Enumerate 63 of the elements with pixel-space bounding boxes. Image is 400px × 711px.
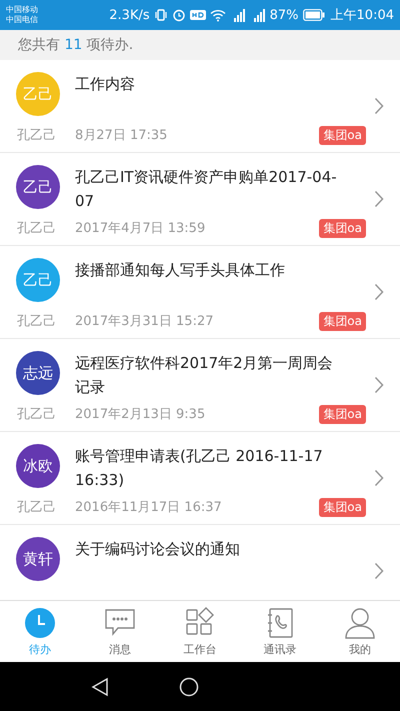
task-date: 8月27日 17:35	[75, 127, 168, 144]
task-date: 2017年2月13日 9:35	[75, 406, 206, 423]
task-title: 工作内容	[74, 74, 136, 95]
avatar: 黄轩	[16, 537, 60, 581]
task-item[interactable]: 乙己 孔乙己IT资讯硬件资产申购单2017-04-07 孔乙己 2017年4月7日 13:59 集团oa	[0, 153, 400, 246]
sender-name: 孔乙己	[16, 220, 57, 237]
nav-tab[interactable]: 通讯录	[240, 601, 320, 662]
chat-icon	[104, 606, 136, 638]
chevron-right-icon	[374, 190, 384, 208]
task-item[interactable]: 乙己 接播部通知每人写手头具体工作 孔乙己 2017年3月31日 15:27 集团oa	[0, 246, 400, 339]
vibrate-icon	[154, 8, 168, 22]
chevron-right-icon	[374, 469, 384, 487]
battery-percent: 87%	[270, 8, 299, 22]
sender-name: 孔乙己	[16, 499, 57, 516]
tab-label: 待办	[29, 642, 51, 656]
tab-label: 工作台	[184, 642, 216, 656]
carrier-name: 中国电信	[6, 15, 38, 25]
sender-name: 孔乙己	[16, 406, 57, 423]
clock-icon	[24, 606, 56, 638]
tab-label: 我的	[349, 642, 371, 656]
chevron-right-icon	[374, 376, 384, 394]
task-date: 2017年3月31日 15:27	[75, 313, 214, 330]
battery-icon	[302, 9, 325, 21]
avatar: 乙己	[16, 72, 60, 116]
tab-label: 消息	[109, 642, 131, 656]
source-tag: 集团oa	[319, 312, 366, 331]
wifi-icon	[210, 8, 226, 22]
nav-tab[interactable]: 消息	[80, 601, 160, 662]
source-tag: 集团oa	[319, 126, 366, 145]
tab-label: 通讯录	[264, 642, 296, 656]
task-item[interactable]: 志远 远程医疗软件科2017年2月第一周周会记录 孔乙己 2017年2月13日 9:35 集团oa	[0, 339, 400, 432]
nav-tab[interactable]: 工作台	[160, 601, 240, 662]
source-tag: 集团oa	[319, 405, 366, 424]
avatar: 冰欧	[16, 444, 60, 488]
source-tag: 集团oa	[319, 219, 366, 238]
task-date: 2017年4月7日 13:59	[75, 220, 206, 237]
back-icon[interactable]	[91, 676, 109, 696]
task-title: 接播部通知每人写手头具体工作	[74, 260, 286, 281]
task-title: 远程医疗软件科2017年2月第一周周会记录	[74, 353, 334, 398]
task-title: 账号管理申请表(孔乙己 2016-11-17 16:33)	[74, 446, 324, 491]
sender-name: 孔乙己	[16, 313, 57, 330]
chevron-right-icon	[374, 97, 384, 115]
alarm-icon	[172, 8, 186, 22]
task-item[interactable]: 乙己 工作内容 孔乙己 8月27日 17:35 集团oa	[0, 60, 400, 153]
home-icon[interactable]	[179, 676, 199, 696]
avatar: 志远	[16, 351, 60, 395]
clock-time: 上午10:04	[330, 7, 394, 24]
chevron-right-icon	[374, 562, 384, 580]
task-item[interactable]: 冰欧 账号管理申请表(孔乙己 2016-11-17 16:33) 孔乙己 2016年11月17日 16:37 集团oa	[0, 432, 400, 525]
avatar: 乙己	[16, 258, 60, 302]
avatar: 乙己	[16, 165, 60, 209]
chevron-right-icon	[374, 283, 384, 301]
network-speed: 2.3K/s	[109, 8, 150, 22]
nav-tab[interactable]: 我的	[320, 601, 400, 662]
sender-name: 孔乙己	[16, 127, 57, 144]
pending-summary: 您共有 11 项待办.	[0, 30, 400, 60]
task-date: 2016年11月17日 16:37	[75, 499, 222, 516]
carrier-name: 中国移动	[6, 5, 38, 15]
task-title: 孔乙己IT资讯硬件资产申购单2017-04-07	[74, 167, 338, 212]
task-title: 关于编码讨论会议的通知	[74, 539, 241, 560]
source-tag: 集团oa	[319, 498, 366, 517]
person-icon	[344, 606, 376, 638]
hd-icon	[190, 9, 206, 21]
